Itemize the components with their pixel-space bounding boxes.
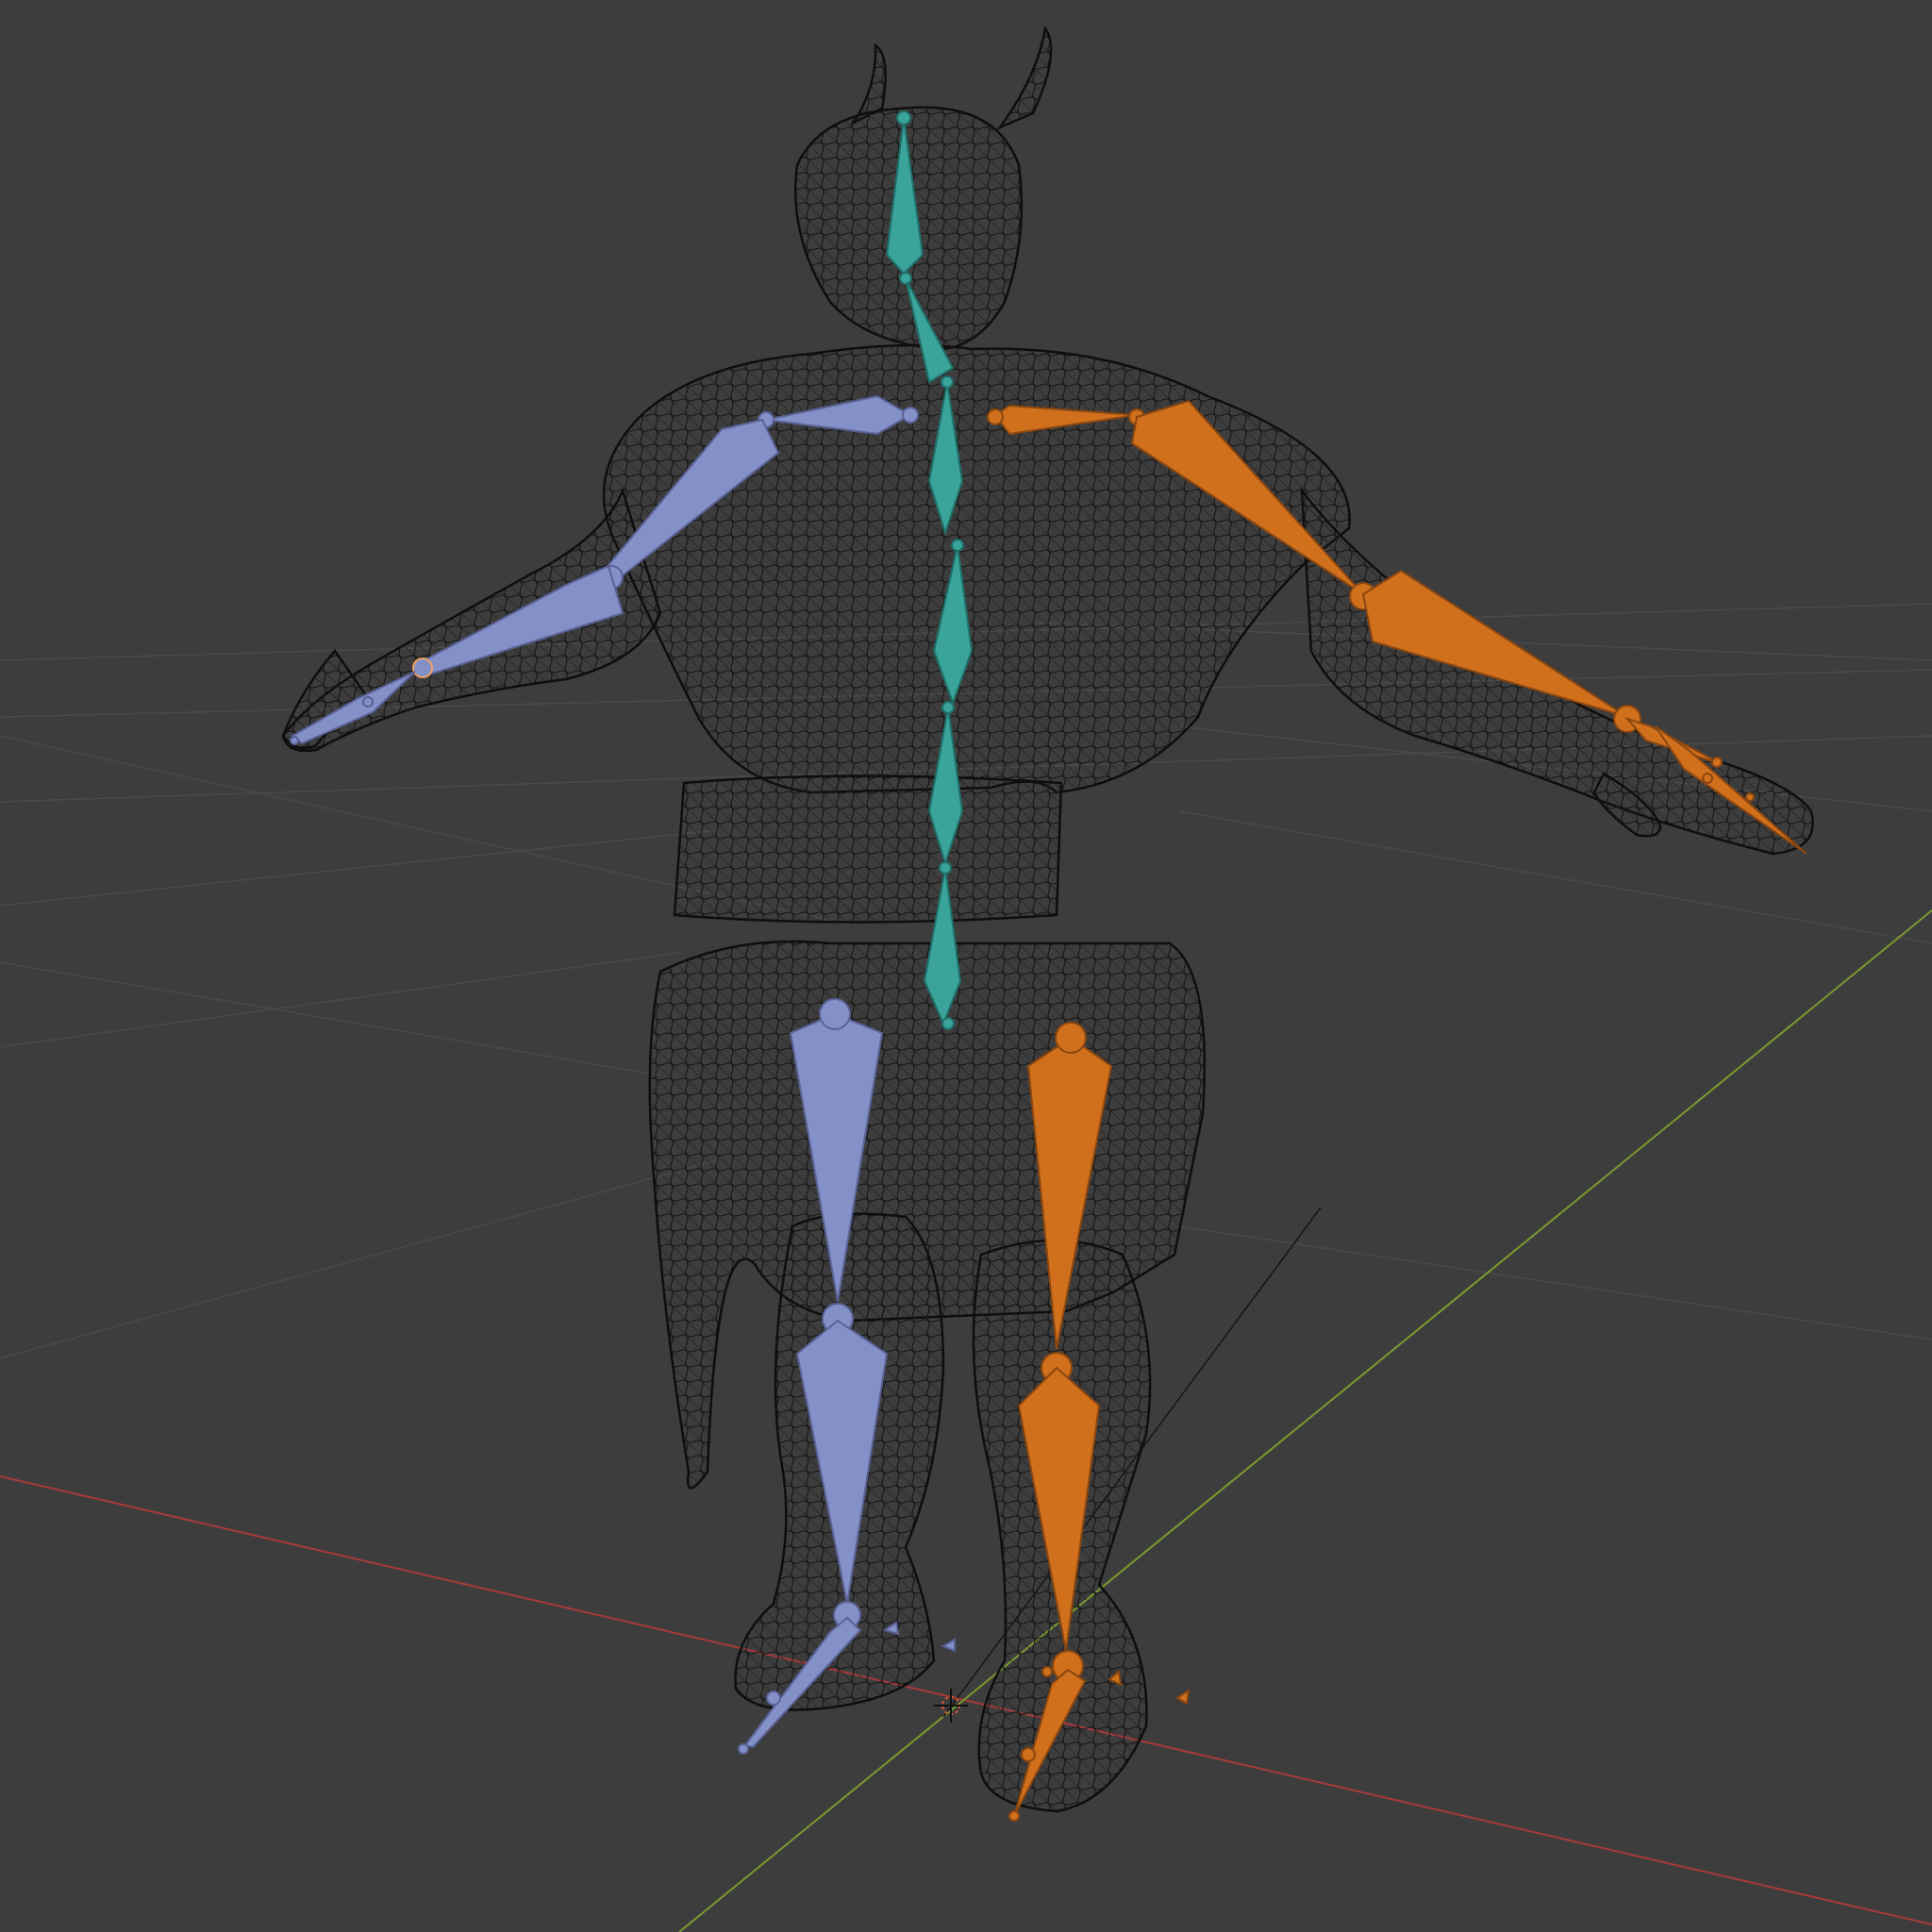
x-axis-line (0, 1475, 1932, 1925)
3d-viewport[interactable] (0, 0, 1932, 1932)
